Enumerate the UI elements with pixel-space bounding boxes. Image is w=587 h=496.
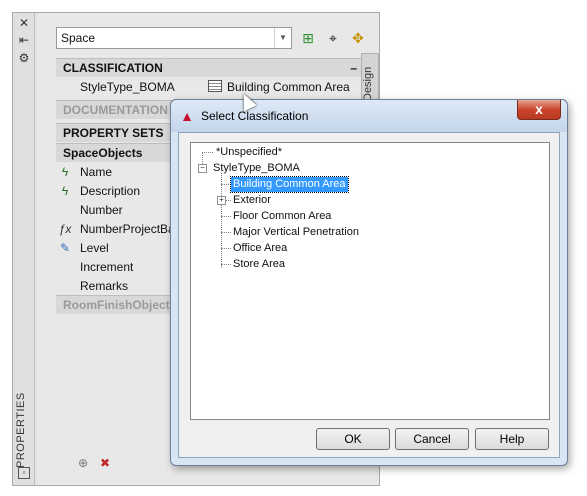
collapse-icon[interactable]: –	[350, 59, 357, 78]
expand-toggle[interactable]: +	[217, 196, 226, 205]
dialog-titlebar[interactable]: ▲ Select Classification x	[171, 100, 567, 132]
collapse-toggle[interactable]: −	[198, 164, 207, 173]
tree-node[interactable]: Floor Common Area	[231, 209, 333, 224]
chevron-down-icon[interactable]: ▼	[274, 28, 291, 48]
autocad-logo-icon: ▲	[180, 108, 194, 124]
auto-hide-icon[interactable]: ⇤	[17, 33, 31, 47]
section-space-objects-label: SpaceObjects	[63, 146, 143, 160]
lightning-formula-icon: ϟ	[61, 184, 69, 198]
table-icon	[208, 80, 222, 92]
tree-connector	[221, 232, 231, 233]
classification-label: StyleType_BOMA	[80, 80, 175, 94]
section-property-sets-label: PROPERTY SETS	[63, 126, 164, 140]
tree-connector	[221, 173, 222, 268]
remove-property-set-icon[interactable]: ✖	[97, 455, 113, 471]
tree-connector	[202, 152, 213, 153]
close-button[interactable]: x	[517, 100, 561, 120]
add-property-set-icon[interactable]: ⊕	[75, 455, 91, 471]
quick-select-icon[interactable]: ⌖	[324, 29, 342, 47]
palette-menu-icon[interactable]: ▫	[18, 467, 30, 479]
close-palette-icon[interactable]: ✕	[17, 16, 31, 30]
property-label: Remarks	[80, 279, 129, 293]
help-button[interactable]: Help	[475, 428, 549, 450]
classification-row[interactable]: StyleType_BOMA Building Common Area	[56, 78, 363, 97]
ok-button[interactable]: OK	[316, 428, 390, 450]
tree-connector	[221, 248, 231, 249]
select-objects-icon[interactable]: ✥	[349, 29, 367, 47]
classification-tree[interactable]: − + *Unspecified* StyleType_BOMA Buildin…	[190, 142, 550, 420]
object-type-value: Space	[61, 31, 96, 45]
tree-node-selected[interactable]: Building Common Area	[230, 176, 349, 193]
tree-node[interactable]: Major Vertical Penetration	[231, 225, 361, 240]
palette-title: PROPERTIES	[15, 392, 27, 468]
cancel-button[interactable]: Cancel	[395, 428, 469, 450]
tree-node[interactable]: Office Area	[231, 241, 289, 256]
tree-node-unspecified[interactable]: *Unspecified*	[214, 145, 284, 160]
section-classification[interactable]: CLASSIFICATION –	[56, 58, 363, 77]
property-label: Level	[80, 241, 109, 255]
add-selection-icon[interactable]: ⊞	[299, 29, 317, 47]
palette-title-strip: ✕ ⇤ ⚙ PROPERTIES ▫	[13, 13, 35, 485]
tree-node-root[interactable]: StyleType_BOMA	[211, 161, 302, 176]
select-classification-dialog: ▲ Select Classification x − + *Unspecifi…	[170, 99, 568, 466]
tree-node[interactable]: Store Area	[231, 257, 287, 272]
tree-node[interactable]: Exterior	[231, 193, 273, 208]
palette-settings-icon[interactable]: ⚙	[17, 51, 31, 65]
property-label: Number	[80, 203, 123, 217]
property-label: NumberProjectBa	[80, 222, 175, 236]
section-room-finish-objects-label: RoomFinishObjects	[63, 298, 177, 312]
tree-connector	[221, 264, 231, 265]
property-label: Name	[80, 165, 113, 179]
tree-connector	[221, 184, 231, 185]
formula-icon: ƒx	[58, 222, 72, 236]
lightning-formula-icon: ϟ	[61, 165, 69, 179]
location-icon: ✎	[59, 241, 71, 255]
property-label: Increment	[80, 260, 134, 274]
property-label: Description	[80, 184, 141, 198]
dialog-title: Select Classification	[201, 109, 309, 123]
section-classification-label: CLASSIFICATION	[63, 61, 163, 75]
dialog-client-area: − + *Unspecified* StyleType_BOMA Buildin…	[178, 132, 560, 458]
tree-connector	[221, 216, 231, 217]
classification-value[interactable]: Building Common Area	[208, 78, 350, 97]
section-documentation-label: DOCUMENTATION	[63, 103, 168, 117]
object-type-select[interactable]: Space ▼	[56, 27, 292, 49]
